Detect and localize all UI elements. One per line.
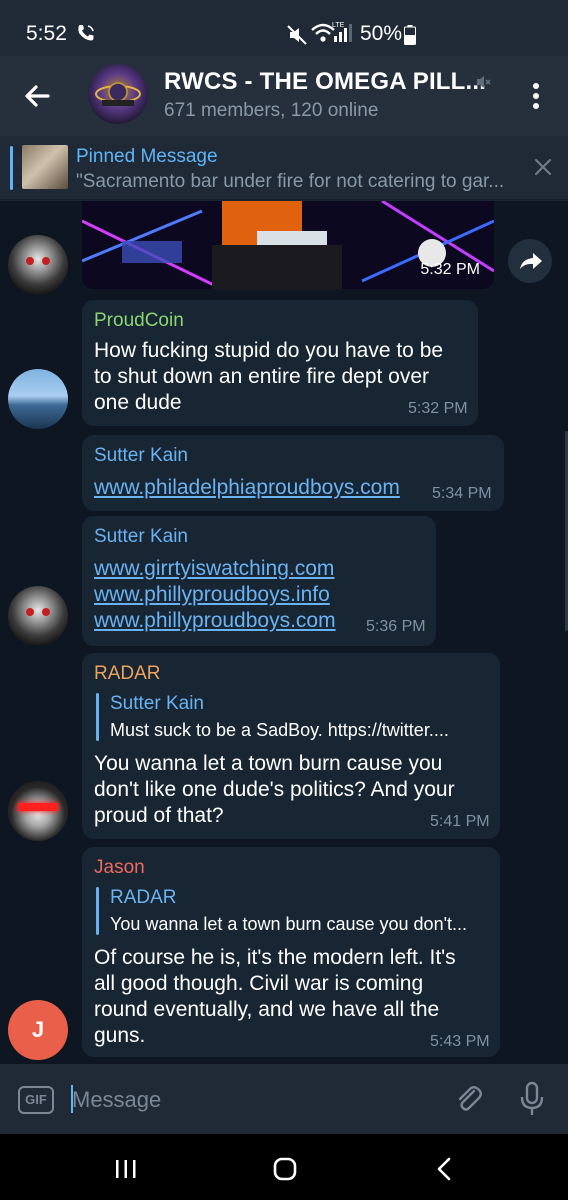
message-time: 5:32 PM <box>408 400 468 417</box>
group-avatar[interactable] <box>88 64 148 124</box>
reply-accent-bar <box>96 887 99 935</box>
video-message[interactable]: 5:32 PM <box>82 201 494 289</box>
message-text: Of course he is, it's the modern left. I… <box>94 946 456 969</box>
chat-title[interactable]: RWCS - THE OMEGA PILL... <box>164 68 486 96</box>
message-text: don't like one dude's politics? And your <box>94 778 455 801</box>
pinned-title: Pinned Message <box>76 146 218 167</box>
phone-icon <box>76 23 96 48</box>
message-link[interactable]: www.phillyproudboys.info <box>94 582 330 608</box>
message-text: all good though. Civil war is coming <box>94 972 424 995</box>
message-text: to shut down an entire fire dept over <box>94 365 430 388</box>
reply-sender[interactable]: Sutter Kain <box>110 693 204 715</box>
message-text: guns. <box>94 1024 146 1047</box>
avatar[interactable] <box>8 369 68 429</box>
message-time: 5:36 PM <box>366 618 426 635</box>
message-input[interactable] <box>72 1078 432 1122</box>
message-text: round eventually, and we have all the <box>94 998 440 1021</box>
svg-text:LTE: LTE <box>332 22 345 29</box>
pinned-text: "Sacramento bar under fire for not cater… <box>76 171 505 192</box>
back-button[interactable] <box>18 76 58 116</box>
chat-area[interactable]: 5:32 PM ProudCoin How fucking stupid do … <box>0 201 568 1064</box>
attach-icon <box>458 1086 482 1111</box>
message-bubble[interactable]: Sutter Kain www.philadelphiaproudboys.co… <box>82 435 504 511</box>
message-sender: Sutter Kain <box>94 526 188 547</box>
message-time: 5:34 PM <box>432 485 492 502</box>
chat-subtitle: 671 members, 120 online <box>164 100 379 121</box>
message-time: 5:43 PM <box>430 1033 490 1050</box>
pinned-message-bar[interactable]: Pinned Message "Sacramento bar under fir… <box>0 136 568 200</box>
message-link[interactable]: www.girrtyiswatching.com <box>94 556 334 582</box>
signal-icon: LTE <box>332 20 356 49</box>
pinned-thumbnail <box>22 145 68 189</box>
reply-sender[interactable]: RADAR <box>110 887 177 909</box>
message-sender: Jason <box>94 857 145 878</box>
message-time: 5:32 PM <box>420 261 480 278</box>
nav-back-icon <box>437 1157 451 1181</box>
close-pinned-button[interactable] <box>530 154 556 185</box>
pinned-accent-bar <box>10 146 13 190</box>
system-nav-bar <box>0 1134 568 1200</box>
status-time: 5:52 <box>26 22 67 45</box>
mute-icon <box>286 24 308 51</box>
reply-text[interactable]: Must suck to be a SadBoy. https://twitte… <box>110 720 449 741</box>
message-bubble[interactable]: ProudCoin How fucking stupid do you have… <box>82 300 478 426</box>
avatar[interactable] <box>8 781 68 841</box>
message-link[interactable]: www.philadelphiaproudboys.com <box>94 475 400 501</box>
recent-apps-button[interactable] <box>114 1158 138 1185</box>
voice-button[interactable] <box>516 1080 548 1118</box>
message-text: How fucking stupid do you have to be <box>94 339 444 362</box>
avatar[interactable] <box>8 235 68 295</box>
avatar-initial: J <box>31 1017 45 1042</box>
message-composer: GIF <box>0 1064 568 1134</box>
message-text: You wanna let a town burn cause you <box>94 752 443 775</box>
message-text: proud of that? <box>94 804 224 827</box>
message-sender: RADAR <box>94 663 161 684</box>
message-sender: ProudCoin <box>94 310 184 331</box>
recent-apps-icon <box>116 1160 136 1178</box>
reply-accent-bar <box>96 693 99 741</box>
avatar[interactable]: J <box>8 1000 68 1060</box>
share-button[interactable] <box>508 239 552 283</box>
message-time: 5:41 PM <box>430 813 490 830</box>
share-icon <box>520 253 542 269</box>
message-link[interactable]: www.phillyproudboys.com <box>94 608 336 634</box>
attach-button[interactable] <box>452 1082 486 1116</box>
home-icon <box>273 1157 297 1181</box>
mic-icon <box>520 1081 544 1115</box>
more-options-button[interactable] <box>522 78 550 114</box>
muted-chat-icon <box>474 73 492 96</box>
avatar[interactable] <box>8 586 68 646</box>
system-back-button[interactable] <box>434 1156 454 1187</box>
close-icon <box>534 158 552 176</box>
more-vert-icon <box>533 83 539 109</box>
chat-header: RWCS - THE OMEGA PILL... 671 members, 12… <box>0 56 568 136</box>
message-bubble[interactable]: Sutter Kain www.girrtyiswatching.com www… <box>82 516 436 646</box>
battery-percent: 50% <box>360 22 403 45</box>
message-bubble[interactable]: Jason RADAR You wanna let a town burn ca… <box>82 847 500 1057</box>
gif-button[interactable]: GIF <box>18 1086 54 1114</box>
status-bar: 5:52 LTE 50% <box>0 0 568 56</box>
message-text: one dude <box>94 391 182 414</box>
message-sender: Sutter Kain <box>94 445 188 466</box>
battery-icon <box>404 25 416 50</box>
back-arrow-icon <box>25 85 50 107</box>
reply-text[interactable]: You wanna let a town burn cause you don'… <box>110 914 467 935</box>
home-button[interactable] <box>272 1156 298 1187</box>
message-bubble[interactable]: RADAR Sutter Kain Must suck to be a SadB… <box>82 653 500 839</box>
